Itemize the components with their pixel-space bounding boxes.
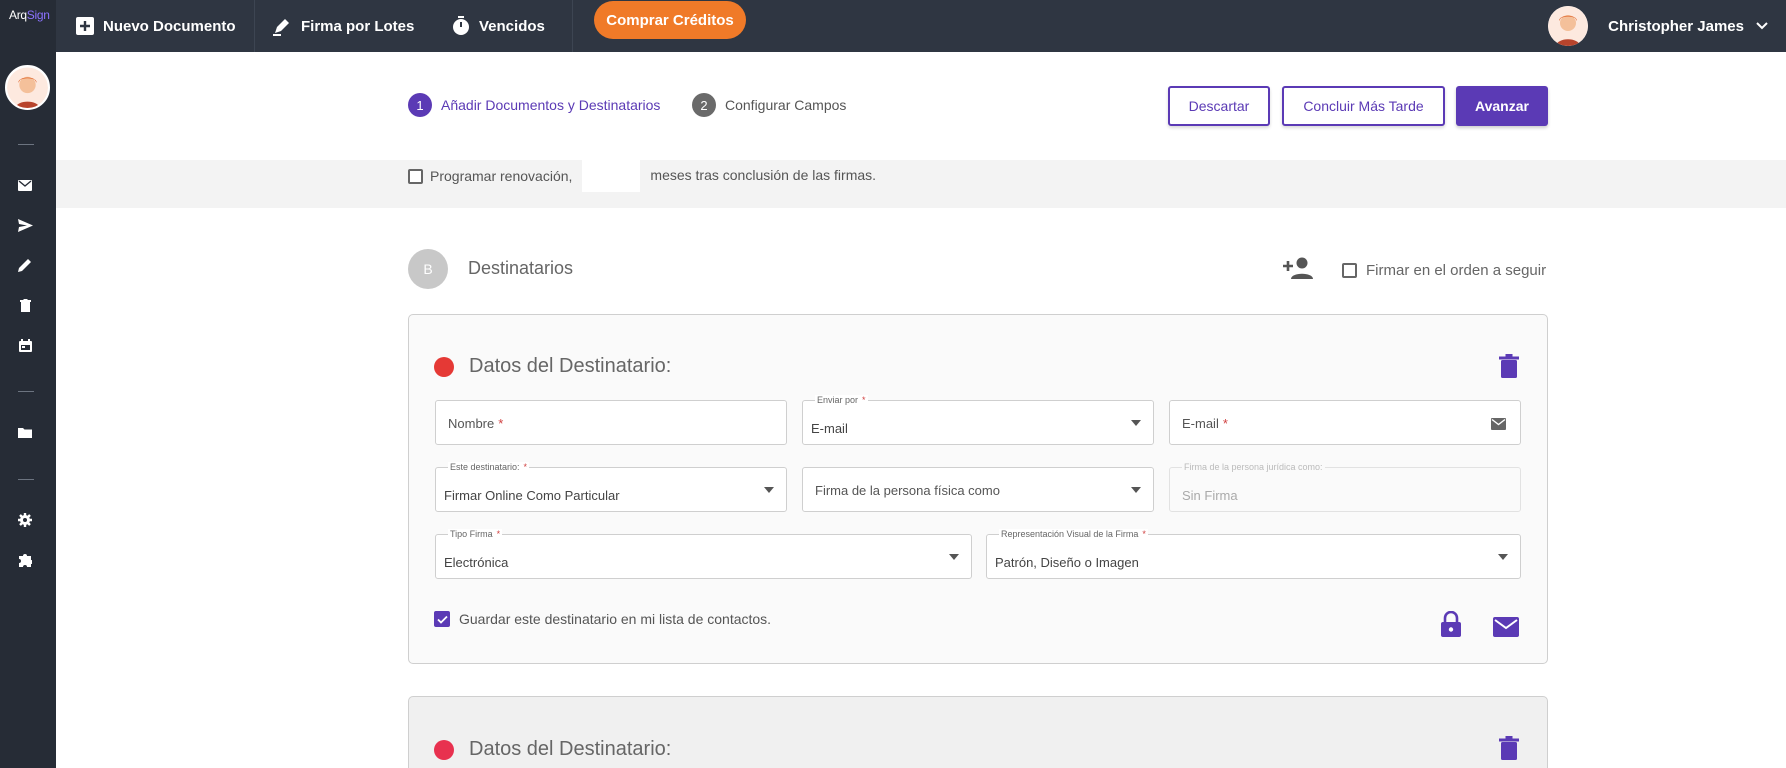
plus-square-icon [76,17,94,35]
sign-in-order-label: Firmar en el orden a seguir [1366,262,1547,279]
batch-sign-label: Firma por Lotes [301,17,415,35]
dropdown-caret-icon [1131,420,1141,426]
add-recipient-icon[interactable] [1283,257,1313,284]
delete-recipient-icon[interactable] [1499,736,1519,765]
delete-recipient-icon[interactable] [1499,354,1519,383]
calendar-icon[interactable] [16,336,34,354]
recipient-card: Datos del Destinatario: [408,696,1548,768]
legal-person-field: Firma de la persona jurídica como: Sin F… [1169,462,1521,512]
puzzle-icon[interactable] [16,551,34,569]
section-badge: B [408,249,448,289]
renewal-checkbox[interactable] [408,168,423,184]
app-logo[interactable]: ArqSign [0,0,56,52]
renewal-suffix: meses tras conclusión de las firmas. [650,167,877,183]
step-1-label: Añadir Documentos y Destinatarios [441,97,661,113]
advance-button[interactable]: Avanzar [1456,86,1548,126]
signature-type-select[interactable]: Tipo Firma * Electrónica [435,529,972,579]
gear-icon[interactable] [16,511,34,529]
recipients-title: Destinatarios [468,258,574,278]
natural-person-select[interactable]: Firma de la persona física como [802,467,1154,512]
stopwatch-icon [453,16,469,35]
pen-batch-icon [273,19,289,36]
user-name: Christopher James [1608,17,1744,35]
top-navigation-bar: ArqSign Nuevo Documento Firma por Lotes … [0,0,1786,52]
user-avatar [1548,6,1589,46]
step-1-number: 1 [408,93,432,117]
email-field[interactable]: E-mail * [1169,400,1521,445]
send-by-select[interactable]: Enviar por * E-mail [802,395,1154,445]
sign-in-order-checkbox[interactable] [1342,263,1357,278]
sign-in-order-toggle[interactable]: Firmar en el orden a seguir [1342,262,1546,279]
pencil-icon[interactable] [16,256,34,274]
batch-sign-button[interactable]: Firma por Lotes [272,0,414,52]
visual-representation-select[interactable]: Representación Visual de la Firma * Patró… [986,529,1521,579]
dropdown-caret-icon [949,554,959,560]
discard-button[interactable]: Descartar [1168,86,1270,126]
send-email-icon[interactable] [1493,617,1519,642]
step-2-number: 2 [692,93,716,117]
status-dot [434,357,454,377]
dropdown-caret-icon [1131,487,1141,493]
folder-icon[interactable] [16,423,34,441]
name-field[interactable]: Nombre * [435,400,787,445]
sidebar-avatar[interactable] [5,65,50,110]
renewal-band [56,160,1786,208]
renewal-row: Programar renovación, meses tras conclus… [408,160,876,192]
sidebar-divider [18,144,34,145]
save-contact-label: Guardar este destinatario en mi lista de… [459,611,772,627]
expired-button[interactable]: Vencidos [452,0,545,52]
save-contact-toggle[interactable]: Guardar este destinatario en mi lista de… [434,611,771,627]
envelope-icon [1491,418,1506,430]
trash-icon[interactable] [16,296,34,314]
sidebar-divider [18,391,34,392]
step-2-label: Configurar Campos [725,97,847,113]
this-recipient-select[interactable]: Este destinatario: * Firmar Online Como P… [435,462,787,512]
buy-credits-button[interactable]: Comprar Créditos [594,1,746,39]
renewal-months-input[interactable] [582,160,641,192]
dropdown-caret-icon [764,487,774,493]
save-contact-checkbox[interactable] [434,611,450,627]
conclude-later-button[interactable]: Concluir Más Tarde [1282,86,1445,126]
step-1[interactable]: 1 Añadir Documentos y Destinatarios [408,93,660,117]
check-icon [436,615,448,624]
renewal-label: Programar renovación, [430,168,573,184]
lock-icon[interactable] [1441,610,1461,642]
dropdown-caret-icon [1498,554,1508,560]
user-menu[interactable]: Christopher James [1548,0,1786,52]
divider [254,0,255,52]
step-2[interactable]: 2 Configurar Campos [692,93,846,117]
divider [572,0,573,52]
chevron-down-icon [1756,22,1768,30]
send-icon[interactable] [16,216,34,234]
sidebar-divider [18,479,34,480]
recipient-card-title: Datos del Destinatario: [469,738,672,760]
expired-label: Vencidos [479,17,545,35]
new-document-button[interactable]: Nuevo Documento [76,0,236,52]
left-sidebar [0,52,56,768]
new-document-label: Nuevo Documento [103,17,236,35]
recipient-card-title: Datos del Destinatario: [469,355,672,377]
recipient-card: Datos del Destinatario: Nombre * Enviar p… [408,314,1548,664]
inbox-icon[interactable] [16,176,34,194]
status-dot [434,740,454,760]
